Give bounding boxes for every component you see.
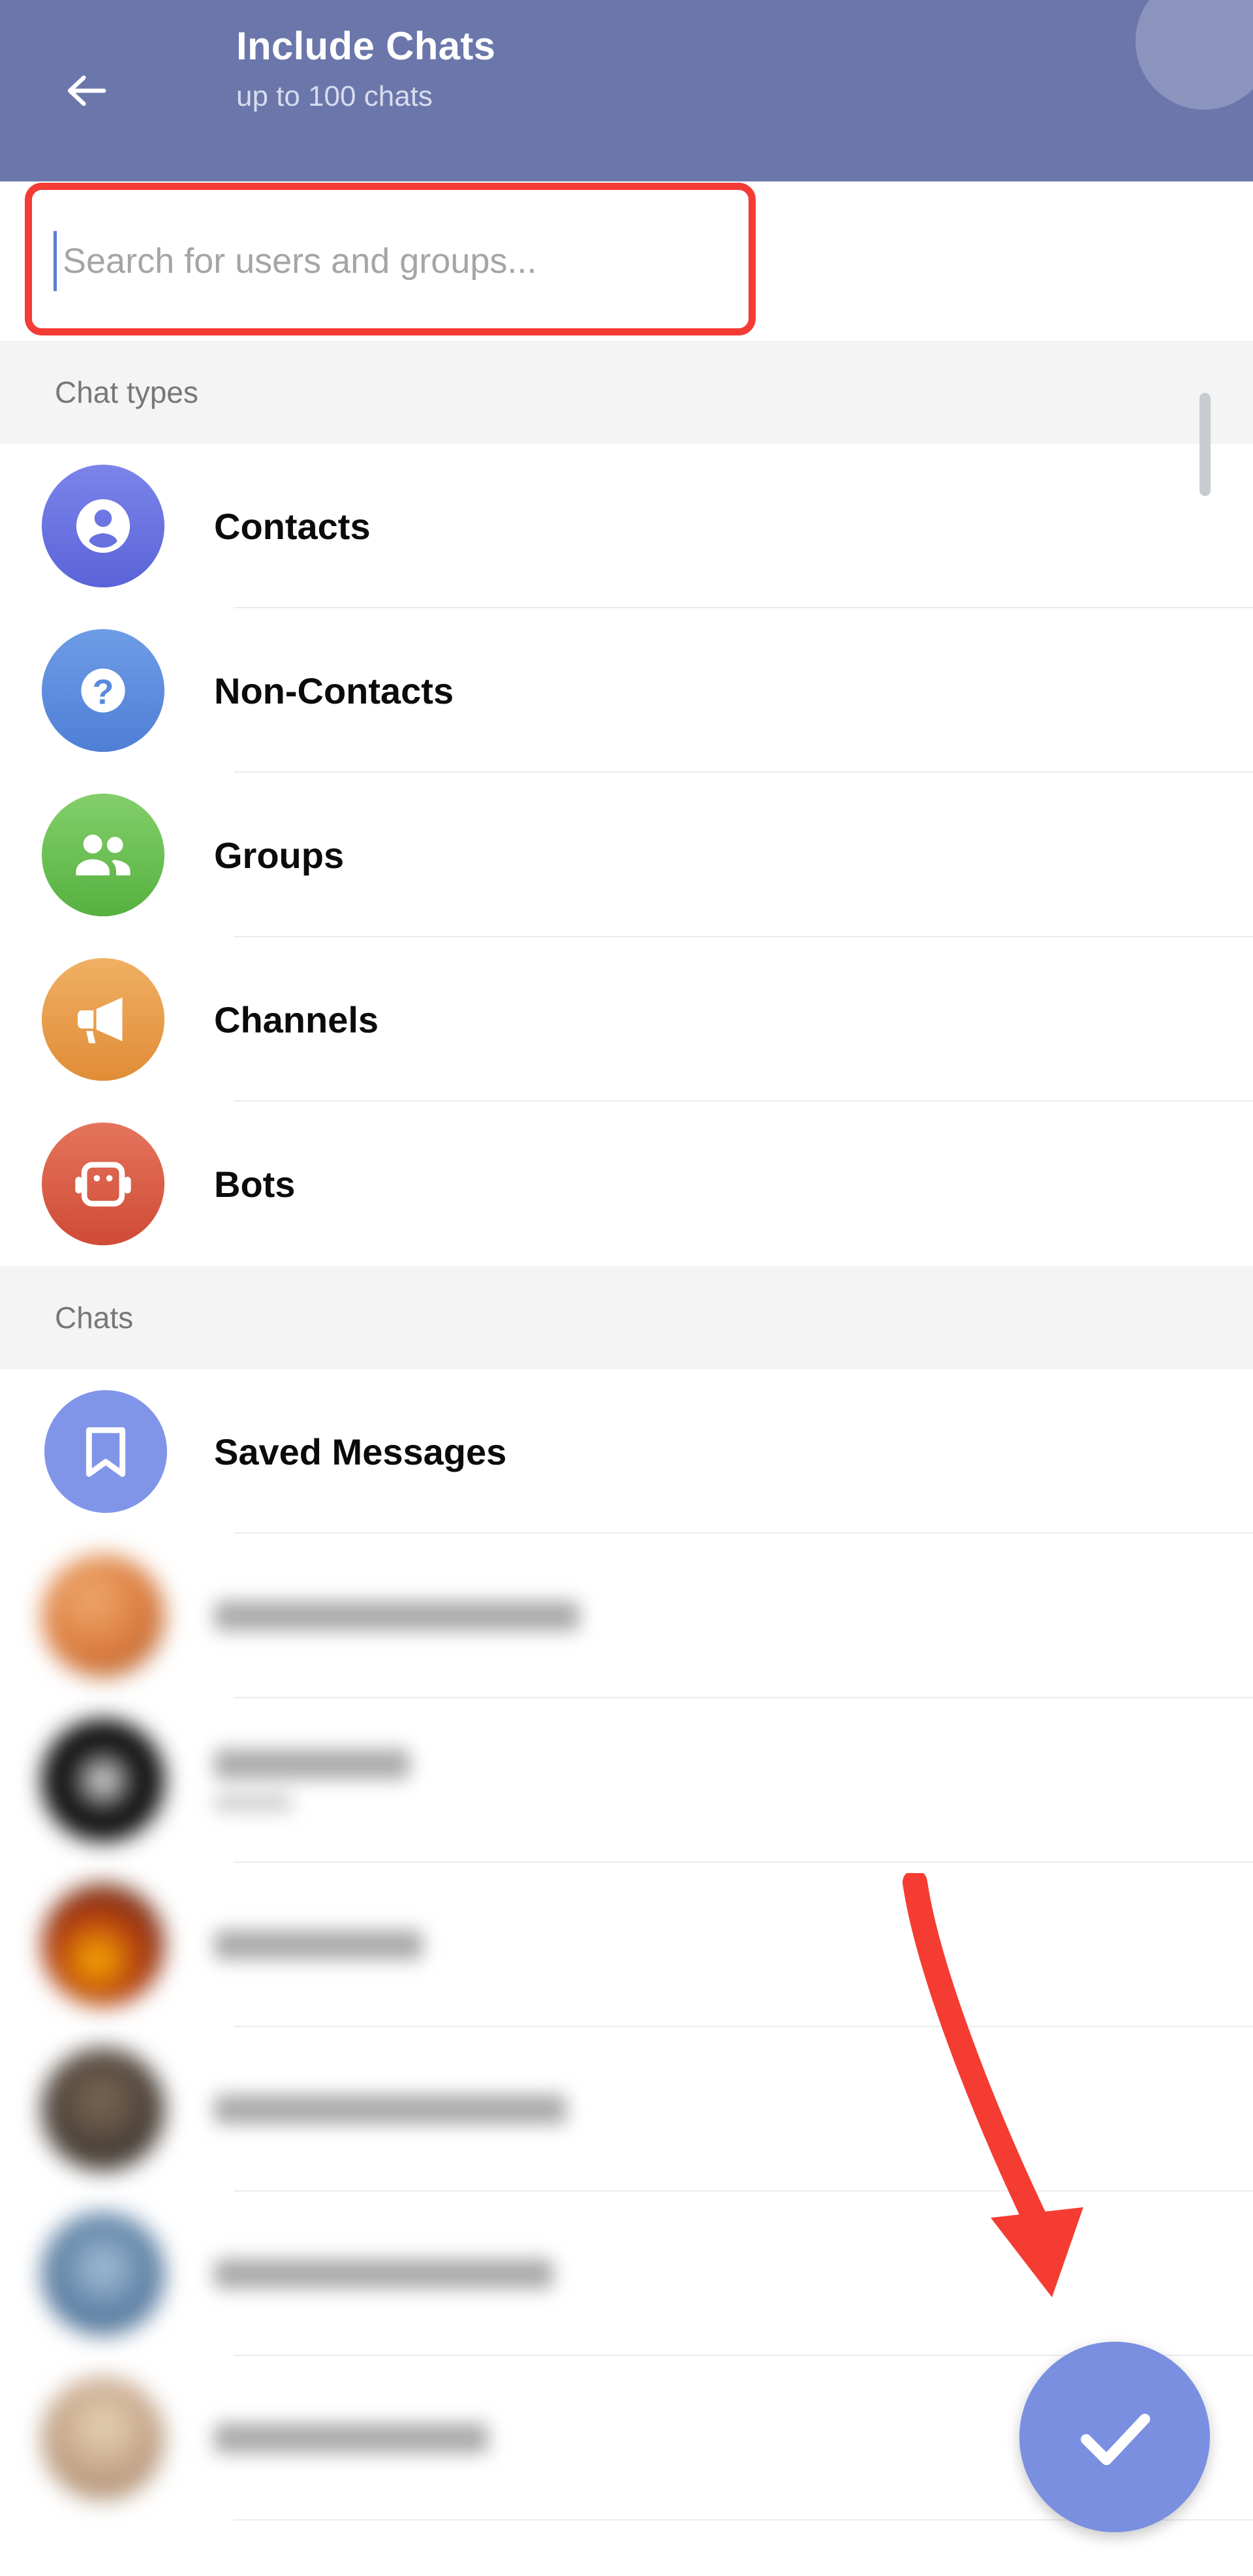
chat-name-redacted [214, 1749, 410, 1779]
header-title-block: Include Chats up to 100 chats [236, 22, 495, 116]
list-item-groups[interactable]: Groups [0, 773, 1253, 937]
chat-subtitle-redacted [214, 1793, 292, 1812]
list-item[interactable] [0, 1698, 1253, 1863]
svg-text:?: ? [93, 673, 114, 712]
list-scrollbar-thumb[interactable] [1199, 393, 1211, 496]
done-fab-button[interactable] [1019, 2342, 1210, 2532]
search-bar [0, 181, 1253, 341]
avatar [42, 2048, 164, 2171]
list-item-label: Saved Messages [214, 1431, 507, 1472]
section-title: Chat types [55, 375, 198, 409]
app-header: Include Chats up to 100 chats [0, 0, 1253, 181]
list-item[interactable] [0, 1863, 1253, 2027]
text-caret [54, 231, 57, 291]
chat-selection-list[interactable]: Chat types Contacts ? Non-Contacts Group… [0, 341, 1253, 2576]
back-button[interactable] [51, 55, 123, 127]
list-item-non-contacts[interactable]: ? Non-Contacts [0, 608, 1253, 773]
page-title: Include Chats [236, 24, 496, 68]
bookmark-icon [71, 1417, 140, 1486]
redacted-chat-text [214, 2259, 553, 2289]
list-item-saved-messages[interactable]: Saved Messages [0, 1369, 1253, 1534]
avatar [42, 1884, 164, 2006]
back-arrow-icon [63, 67, 111, 115]
section-title: Chats [55, 1301, 134, 1335]
contacts-avatar [42, 465, 164, 587]
groups-avatar [42, 794, 164, 916]
avatar [42, 1719, 164, 1842]
redacted-chat-text [214, 2094, 566, 2124]
list-item-label: Non-Contacts [214, 670, 454, 711]
list-item-bots[interactable]: Bots [0, 1102, 1253, 1266]
bots-avatar [42, 1123, 164, 1245]
redacted-chat-text [214, 1749, 410, 1812]
redacted-chat-text [214, 1930, 423, 1960]
robot-icon [67, 1148, 139, 1220]
page-subtitle: up to 100 chats [236, 80, 433, 112]
avatar [42, 2212, 164, 2335]
list-item[interactable] [0, 1534, 1253, 1698]
list-item-label: Bots [214, 1163, 296, 1205]
chat-name-redacted [214, 2094, 566, 2124]
person-icon [67, 489, 140, 563]
chat-name-redacted [214, 2423, 488, 2453]
list-item-channels[interactable]: Channels [0, 937, 1253, 1102]
people-icon [67, 818, 140, 892]
list-item-contacts[interactable]: Contacts [0, 444, 1253, 608]
section-header-chats: Chats [0, 1266, 1253, 1369]
check-icon [1066, 2388, 1164, 2486]
chat-name-redacted [214, 2259, 553, 2289]
avatar [42, 2377, 164, 2500]
question-icon: ? [67, 654, 140, 727]
redacted-chat-text [214, 1601, 580, 1631]
redacted-chat-text [214, 2423, 488, 2453]
list-item-label: Contacts [214, 505, 371, 547]
search-input[interactable] [63, 223, 976, 299]
list-item-label: Channels [214, 999, 379, 1040]
header-ripple-circle [1136, 0, 1253, 110]
saved-messages-avatar [44, 1390, 167, 1513]
chat-name-redacted [214, 1601, 580, 1631]
list-item-label: Groups [214, 834, 345, 876]
channels-avatar [42, 958, 164, 1081]
non-contacts-avatar: ? [42, 629, 164, 752]
list-item[interactable] [0, 2027, 1253, 2192]
list-item[interactable] [0, 2192, 1253, 2356]
avatar [42, 1555, 164, 1677]
megaphone-icon [69, 985, 137, 1053]
section-header-chat-types: Chat types [0, 341, 1253, 444]
chat-name-redacted [214, 1930, 423, 1960]
telegram-include-chats-screen: Include Chats up to 100 chats Chat types… [0, 0, 1253, 2576]
